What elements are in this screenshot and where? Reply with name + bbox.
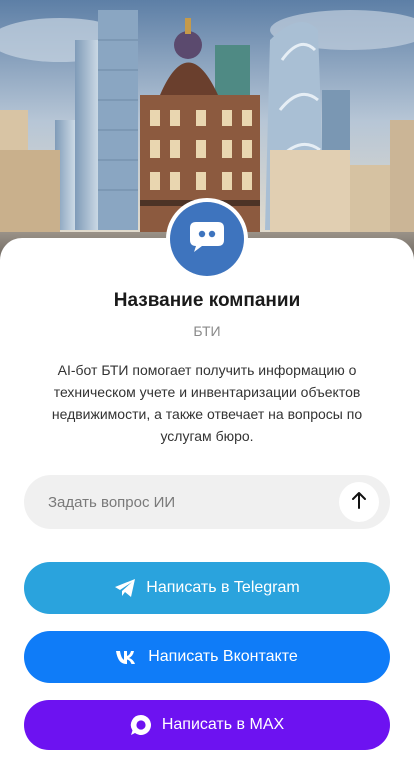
avatar <box>166 198 248 280</box>
chat-bot-icon <box>190 221 224 257</box>
telegram-button-label: Написать в Telegram <box>146 579 300 596</box>
avatar-circle <box>170 202 244 276</box>
vk-icon <box>116 650 138 664</box>
max-icon <box>130 714 152 736</box>
telegram-button[interactable]: Написать в Telegram <box>24 562 390 614</box>
company-name: Название компании <box>113 290 301 311</box>
company-subtitle: БТИ <box>193 323 221 339</box>
max-button-label: Написать в MAX <box>161 716 285 733</box>
company-description: AI-бот БТИ помогает получить информацию … <box>51 362 363 444</box>
arrow-up-icon <box>351 491 367 514</box>
send-button[interactable] <box>339 482 379 522</box>
vk-button[interactable]: Написать Вконтакте <box>24 631 390 683</box>
max-button[interactable]: Написать в MAX <box>24 700 390 750</box>
ask-ai-input[interactable] <box>24 475 324 529</box>
telegram-icon <box>114 579 136 597</box>
vk-button-label: Написать Вконтакте <box>148 648 298 665</box>
ask-ai-field <box>24 475 390 529</box>
